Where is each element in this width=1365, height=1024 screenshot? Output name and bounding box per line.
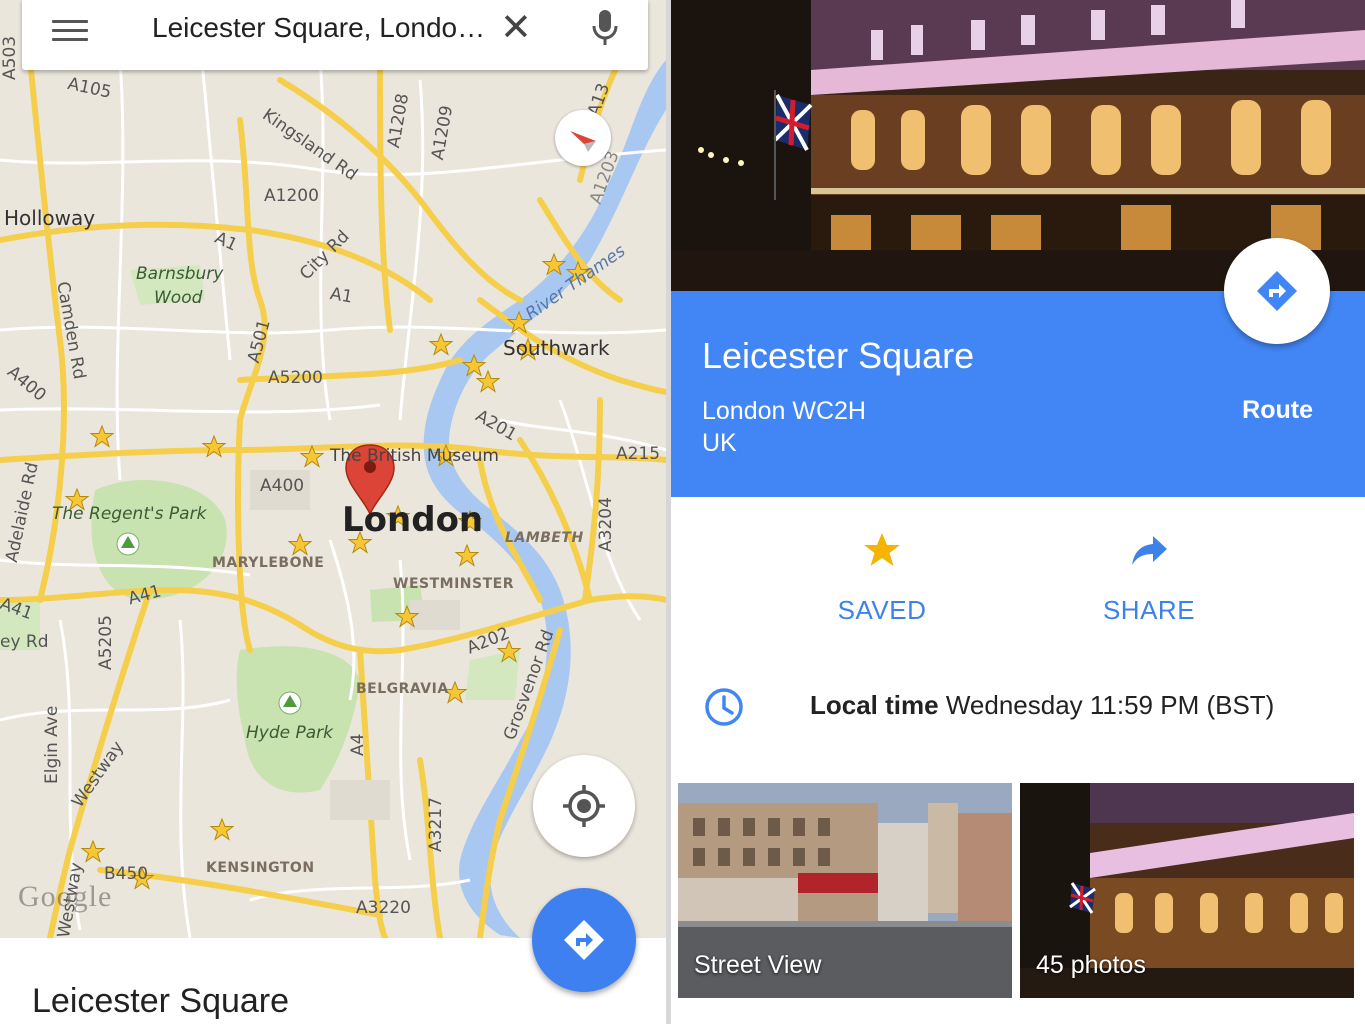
directions-button[interactable] [532, 888, 636, 992]
directions-icon [564, 920, 604, 960]
map-label-hyde-park: Hyde Park [246, 723, 334, 743]
share-label: SHARE [1102, 595, 1196, 625]
route-button[interactable] [1224, 238, 1330, 344]
search-input[interactable]: Leicester Square, Londo… [152, 12, 485, 44]
crosshair-icon [563, 785, 605, 827]
clock-icon [705, 688, 743, 726]
map-label-a1-b: A1 [328, 284, 355, 308]
google-logo: Google [18, 880, 113, 913]
map-label-barnsbury-wood: Wood [154, 288, 203, 308]
compass-icon [570, 131, 596, 152]
local-time-value: Wednesday 11:59 PM (BST) [945, 690, 1275, 720]
map-screen: Holloway Kingsland Rd City Rd Barnsbury … [0, 0, 666, 1024]
map-label-holloway: Holloway [4, 206, 96, 230]
map-label-a3217: A3217 [426, 797, 446, 852]
star-icon [864, 533, 900, 566]
route-label[interactable]: Route [1242, 396, 1313, 425]
map-label-a5205: A5205 [96, 615, 116, 670]
map-label-barnsbury: Barnsbury [136, 264, 224, 284]
map-label-regents-park: The Regent's Park [52, 504, 207, 524]
map-label-elgin-ave: Elgin Ave [42, 705, 62, 784]
place-details-screen: Leicester Square London WC2H UK Route SA… [671, 0, 1365, 1024]
map-label-a400-b: A400 [260, 476, 305, 496]
directions-icon [1257, 271, 1297, 311]
place-address-line2: UK [702, 429, 737, 457]
street-view-label: Street View [694, 951, 822, 979]
map-label-westminster: WESTMINSTER [393, 576, 514, 592]
map-label-a3220: A3220 [356, 898, 411, 918]
my-location-button[interactable] [533, 755, 635, 857]
place-title: Leicester Square [702, 335, 975, 376]
share-button[interactable]: SHARE [1069, 530, 1229, 626]
map-label-kensington: KENSINGTON [206, 860, 315, 876]
map-label-a4: A4 [348, 733, 368, 756]
mic-icon[interactable] [590, 8, 620, 48]
map-label-marylebone: MARYLEBONE [212, 555, 325, 571]
photos-count-label: 45 photos [1036, 951, 1146, 979]
saved-label: SAVED [837, 595, 927, 625]
map-label-a5200: A5200 [268, 368, 323, 388]
map-label-a215: A215 [616, 444, 661, 464]
map-label-southwark: Southwark [503, 336, 610, 360]
photos-thumbnail[interactable]: 45 photos [1020, 783, 1354, 998]
local-time-label: Local time [810, 690, 939, 720]
compass-button[interactable] [555, 110, 611, 166]
clear-icon[interactable]: ✕ [500, 6, 532, 50]
map-label-a1200: A1200 [264, 186, 319, 206]
place-address-line1: London WC2H [702, 397, 866, 425]
bottom-sheet-title[interactable]: Leicester Square [32, 982, 289, 1021]
map-label-belgravia: BELGRAVIA [356, 681, 449, 697]
saved-button[interactable]: SAVED [802, 530, 962, 626]
map-label-british-museum: The British Museum [330, 446, 499, 466]
share-icon [1132, 536, 1167, 565]
local-time: Local time Wednesday 11:59 PM (BST) [810, 690, 1274, 721]
map-label-a503: A503 [0, 35, 20, 80]
map-label-ey-rd: ey Rd [0, 632, 49, 652]
search-bar[interactable]: Leicester Square, Londo… ✕ [22, 0, 648, 70]
map-label-a3204: A3204 [596, 497, 616, 552]
map-label-lambeth: LAMBETH [505, 530, 584, 546]
street-view-thumbnail[interactable]: Street View [678, 783, 1012, 998]
map-label-london: London [342, 500, 484, 540]
menu-icon[interactable] [52, 14, 88, 44]
